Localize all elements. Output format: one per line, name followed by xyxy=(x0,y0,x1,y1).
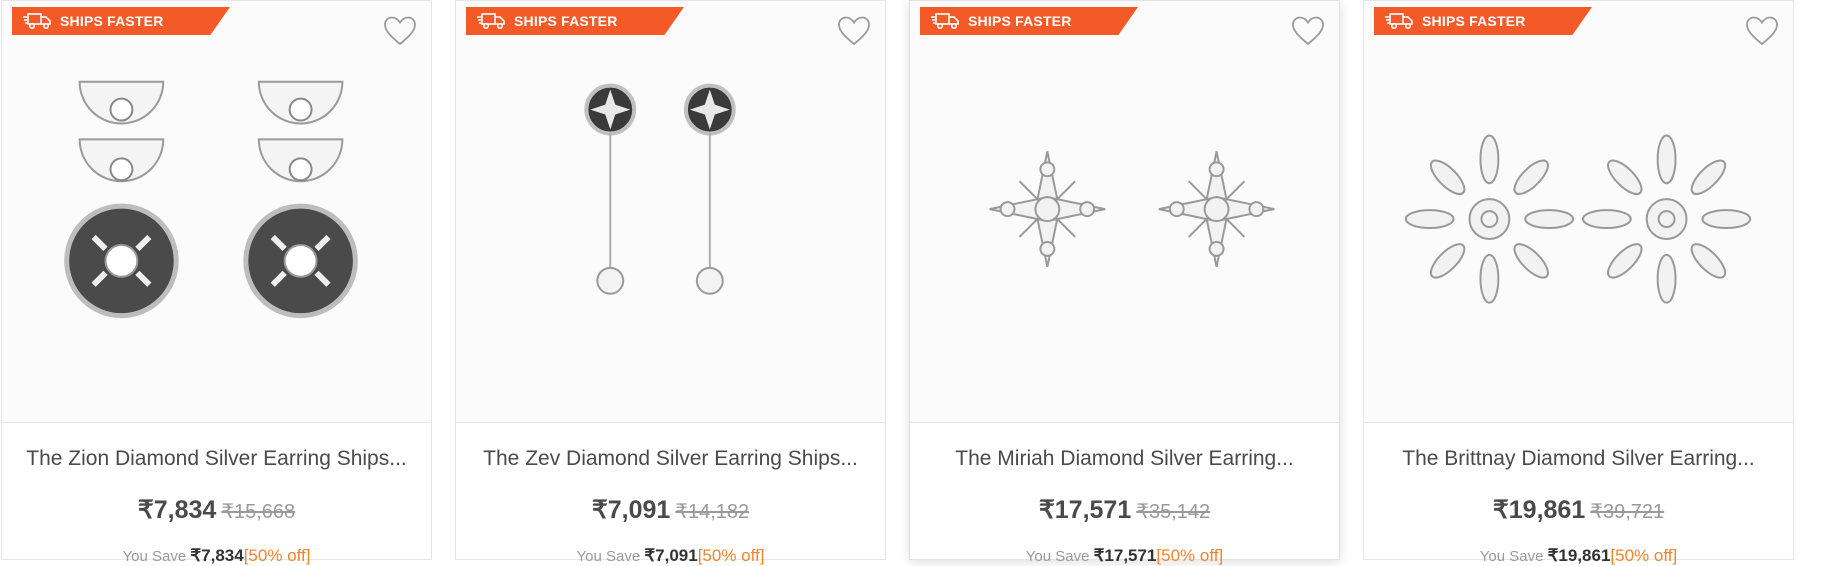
ships-faster-badge: SHIPS FASTER xyxy=(1374,7,1592,35)
zev-earring-illustration xyxy=(584,83,736,296)
truck-icon xyxy=(931,13,959,30)
badge-label: SHIPS FASTER xyxy=(968,13,1072,29)
product-title[interactable]: The Zev Diamond Silver Earring Ships... xyxy=(456,447,885,471)
product-price: ₹7,834 xyxy=(137,496,217,524)
savings-row: You Save ₹17,571[50% off] xyxy=(910,546,1339,566)
discount-percent: [50% off] xyxy=(243,546,311,565)
discount-percent: [50% off] xyxy=(697,546,765,565)
savings-amount: ₹7,834 xyxy=(190,546,244,565)
product-image[interactable]: SHIPS FASTER xyxy=(2,1,431,423)
savings-label: You Save xyxy=(1025,548,1090,565)
product-card[interactable]: SHIPS FASTER The Zev Diamond Silver Earr… xyxy=(455,0,886,565)
brittnay-earring-illustration xyxy=(1404,134,1752,304)
product-title[interactable]: The Zion Diamond Silver Earring Ships... xyxy=(2,447,431,471)
savings-amount: ₹19,861 xyxy=(1547,546,1611,565)
product-grid: SHIPS FASTER The Zion Diamond Silver Ear… xyxy=(0,0,1826,565)
price-row: ₹7,834 ₹15,668 xyxy=(2,495,431,525)
original-price: ₹14,182 xyxy=(675,501,750,523)
product-title[interactable]: The Miriah Diamond Silver Earring... xyxy=(910,447,1339,471)
product-card[interactable]: SHIPS FASTER The Brittnay Diamond Silver… xyxy=(1363,0,1794,565)
original-price: ₹35,142 xyxy=(1136,501,1211,523)
price-row: ₹17,571 ₹35,142 xyxy=(910,495,1339,525)
discount-percent: [50% off] xyxy=(1610,546,1678,565)
price-row: ₹19,861 ₹39,721 xyxy=(1364,495,1793,525)
savings-row: You Save ₹7,091[50% off] xyxy=(456,546,885,566)
ships-faster-badge: SHIPS FASTER xyxy=(466,7,684,35)
original-price: ₹39,721 xyxy=(1590,501,1665,523)
truck-icon xyxy=(1385,13,1413,30)
product-title[interactable]: The Brittnay Diamond Silver Earring... xyxy=(1364,447,1793,471)
original-price: ₹15,668 xyxy=(221,501,296,523)
badge-label: SHIPS FASTER xyxy=(514,13,618,29)
product-card[interactable]: SHIPS FASTER The Miriah Diamond Silver E… xyxy=(909,0,1340,565)
savings-amount: ₹17,571 xyxy=(1093,546,1157,565)
product-price: ₹17,571 xyxy=(1038,496,1132,524)
truck-icon xyxy=(477,13,505,30)
savings-row: You Save ₹19,861[50% off] xyxy=(1364,546,1793,566)
ships-faster-badge: SHIPS FASTER xyxy=(920,7,1138,35)
savings-label: You Save xyxy=(122,548,187,565)
savings-row: You Save ₹7,834[50% off] xyxy=(2,546,431,566)
miriah-earring-illustration xyxy=(989,150,1276,268)
price-row: ₹7,091 ₹14,182 xyxy=(456,495,885,525)
product-price: ₹19,861 xyxy=(1492,496,1586,524)
zion-earring-illustration xyxy=(64,41,431,421)
product-image[interactable]: SHIPS FASTER xyxy=(456,1,885,423)
savings-amount: ₹7,091 xyxy=(644,546,698,565)
discount-percent: [50% off] xyxy=(1156,546,1224,565)
ships-faster-badge: SHIPS FASTER xyxy=(12,7,230,35)
product-image[interactable]: SHIPS FASTER xyxy=(910,1,1339,423)
product-card[interactable]: SHIPS FASTER The Zion Diamond Silver Ear… xyxy=(1,0,432,565)
badge-label: SHIPS FASTER xyxy=(1422,13,1526,29)
savings-label: You Save xyxy=(576,548,641,565)
truck-icon xyxy=(23,13,51,30)
badge-label: SHIPS FASTER xyxy=(60,13,164,29)
savings-label: You Save xyxy=(1479,548,1544,565)
product-image[interactable]: SHIPS FASTER xyxy=(1364,1,1793,423)
product-price: ₹7,091 xyxy=(591,496,671,524)
